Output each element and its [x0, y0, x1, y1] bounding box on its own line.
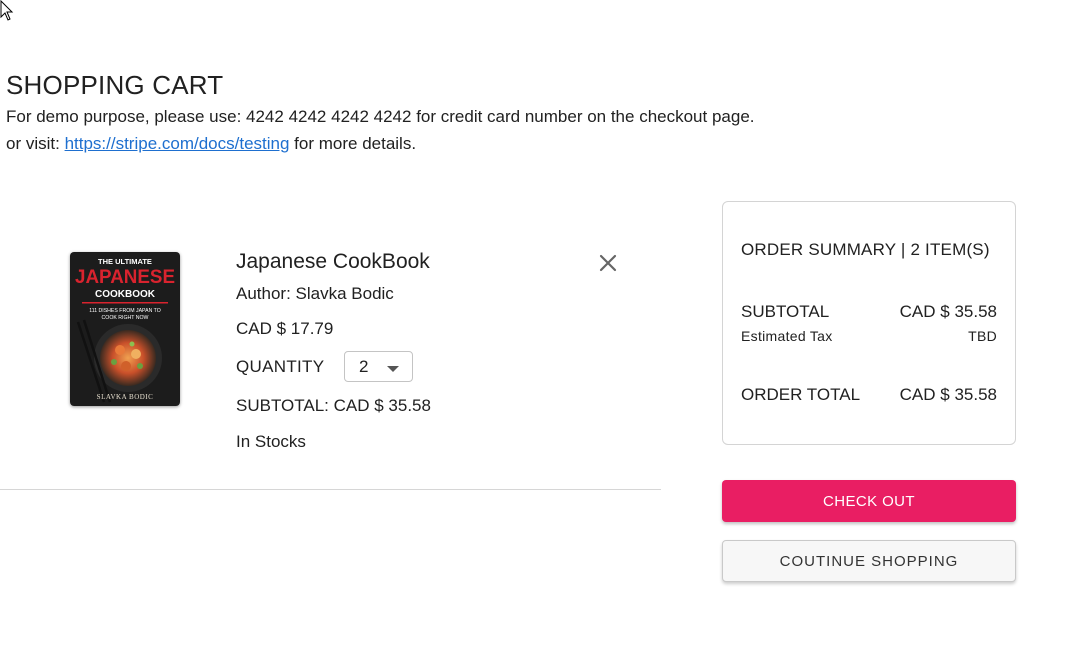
product-name[interactable]: Japanese CookBook [236, 250, 430, 274]
stripe-testing-link[interactable]: https://stripe.com/docs/testing [65, 134, 290, 153]
order-total-value: CAD $ 35.58 [899, 385, 997, 404]
cover-line-3: COOKBOOK [95, 289, 156, 300]
summary-subtotal-value: CAD $ 35.58 [899, 302, 997, 321]
order-total-label: ORDER TOTAL [741, 385, 861, 404]
page-title: SHOPPING CART [6, 70, 224, 100]
order-summary-card: ORDER SUMMARY | 2 ITEM(S) SUBTOTAL CAD $… [722, 201, 1016, 445]
cover-line-5: COOK RIGHT NOW [102, 315, 149, 321]
checkout-button[interactable]: CHECK OUT [722, 480, 1016, 522]
note-prefix: or visit: [6, 134, 65, 153]
demo-note-link-line: or visit: https://stripe.com/docs/testin… [6, 134, 416, 154]
product-price: CAD $ 17.79 [236, 319, 334, 338]
cover-line-2: JAPANESE [75, 267, 175, 288]
note-suffix: for more details. [289, 134, 417, 153]
product-author: Author: Slavka Bodic [236, 284, 394, 303]
item-subtotal: SUBTOTAL: CAD $ 35.58 [236, 396, 431, 415]
cover-line-4: 111 DISHES FROM JAPAN TO [89, 308, 161, 314]
estimated-tax-label: Estimated Tax [741, 328, 833, 344]
demo-note: For demo purpose, please use: 4242 4242 … [6, 107, 755, 126]
stock-status: In Stocks [236, 432, 306, 451]
caret-down-icon [387, 366, 399, 372]
cover-line-1: THE ULTIMATE [98, 257, 152, 266]
continue-shopping-button[interactable]: COUTINUE SHOPPING [722, 540, 1016, 582]
item-divider [0, 489, 661, 490]
book-cover-image[interactable]: THE ULTIMATE JAPANESE COOKBOOK 111 DISHE… [70, 252, 180, 406]
summary-subtotal-label: SUBTOTAL [741, 302, 830, 321]
quantity-select[interactable]: 2 [344, 351, 413, 382]
order-summary-title: ORDER SUMMARY | 2 ITEM(S) [741, 240, 990, 259]
mouse-cursor-icon [0, 0, 14, 21]
close-icon[interactable] [596, 251, 620, 275]
quantity-label: QUANTITY [236, 357, 325, 376]
cover-author: SLAVKA BODIC [97, 393, 154, 401]
quantity-value: 2 [359, 357, 369, 376]
estimated-tax-value: TBD [968, 328, 997, 344]
